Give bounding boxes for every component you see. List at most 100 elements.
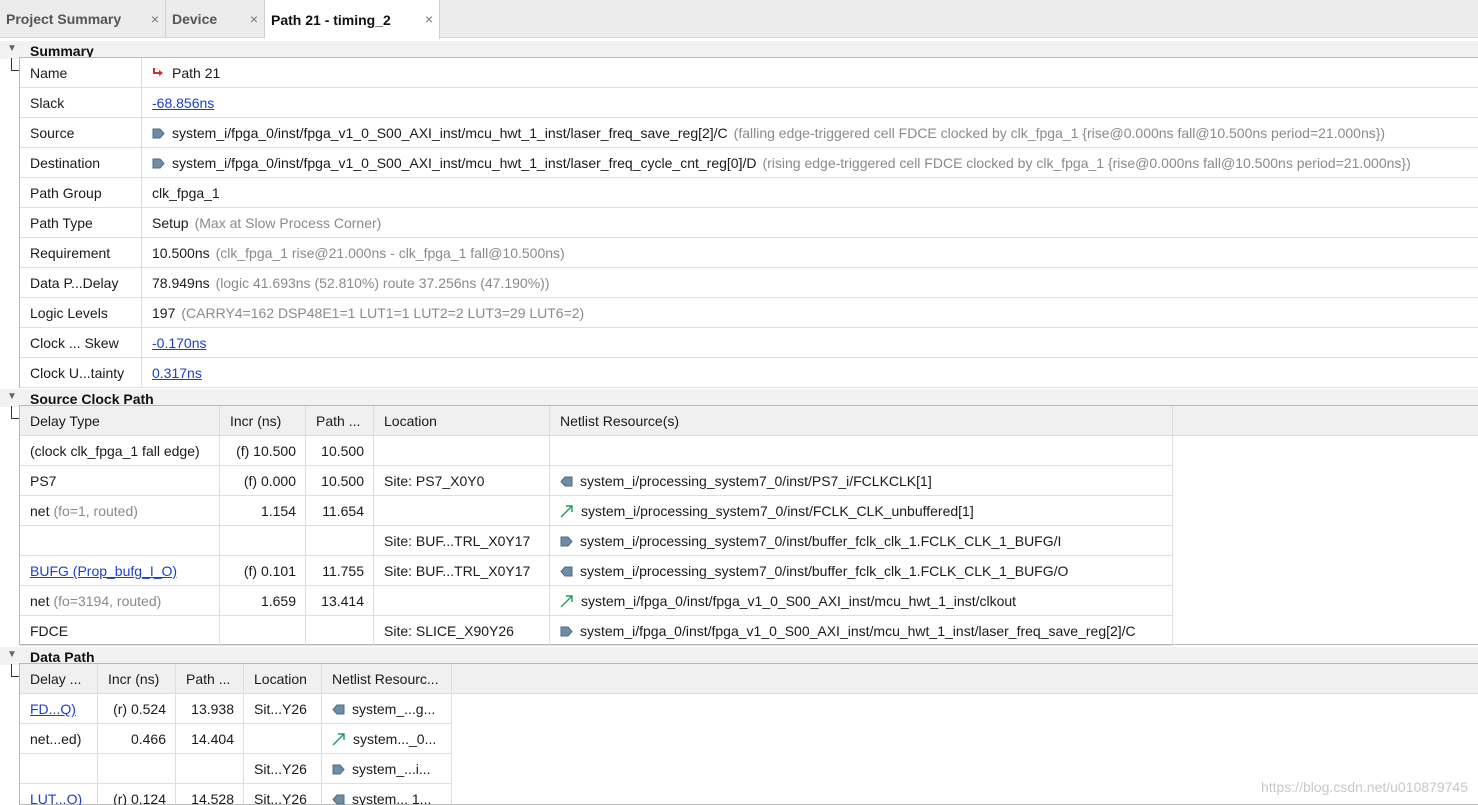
summary-note: (CARRY4=162 DSP48E1=1 LUT1=1 LUT2=2 LUT3…: [181, 305, 585, 321]
column-header[interactable]: Netlist Resource(s): [550, 406, 1173, 436]
netlist-resource-value: system_...g...: [352, 701, 436, 717]
incr-cell: (f) 0.000: [220, 466, 306, 496]
delay-type-link[interactable]: BUFG (Prop_bufg_I_O): [30, 563, 177, 579]
net-icon: [560, 504, 581, 518]
summary-value: system_i/fpga_0/inst/fpga_v1_0_S00_AXI_i…: [142, 118, 1478, 148]
netlist-resource-cell: system... 1...: [322, 784, 452, 805]
summary-label: Requirement: [20, 238, 142, 268]
table-row[interactable]: net (fo=1, routed) 1.154 11.654 system_i/pro…: [20, 496, 1173, 526]
delay-type-cell: [20, 526, 220, 556]
tree-connector: [11, 664, 19, 677]
table-row[interactable]: Sit...Y26 system_...i...: [20, 754, 452, 784]
delay-type-link[interactable]: LUT...O): [30, 791, 82, 805]
column-header[interactable]: Path ...: [306, 406, 374, 436]
column-header[interactable]: Netlist Resourc...: [322, 664, 452, 694]
close-icon[interactable]: ×: [425, 11, 433, 27]
table-row[interactable]: (clock clk_fpga_1 fall edge) (f) 10.500 10…: [20, 436, 1173, 466]
summary-row: Clock U...tainty 0.317ns: [20, 358, 1478, 388]
delay-type-cell: FD...Q): [20, 694, 98, 724]
delay-type-text: (clock clk_fpga_1 fall edge): [30, 443, 200, 459]
table-row[interactable]: FDCE Site: SLICE_X90Y26 system_i/fpga_0/in…: [20, 616, 1173, 646]
column-header[interactable]: Incr (ns): [98, 664, 176, 694]
column-header[interactable]: Incr (ns): [220, 406, 306, 436]
path-cell: [306, 616, 374, 646]
table-row[interactable]: BUFG (Prop_bufg_I_O) (f) 0.101 11.755 Site:…: [20, 556, 1173, 586]
pin-in-icon: [560, 536, 580, 547]
summary-value: 78.949ns (logic 41.693ns (52.810%) route …: [142, 268, 1478, 298]
close-icon[interactable]: ×: [250, 11, 258, 27]
table-header-row: Delay ... Incr (ns) Path ... Location Netlis…: [20, 664, 1478, 694]
column-header-label: Delay Type: [30, 413, 100, 429]
summary-value: Setup (Max at Slow Process Corner): [142, 208, 1478, 238]
summary-value-text: clk_fpga_1: [152, 185, 220, 201]
column-header[interactable]: Location: [374, 406, 550, 436]
summary-value-text: 197: [152, 305, 176, 321]
collapse-caret-icon[interactable]: ▼: [7, 391, 17, 402]
location-value: Site: BUF...TRL_X0Y17: [384, 533, 531, 549]
summary-label-text: Name: [30, 65, 68, 81]
summary-row: Logic Levels 197 (CARRY4=162 DSP48E1=1 LU…: [20, 298, 1478, 328]
table-row[interactable]: PS7 (f) 0.000 10.500 Site: PS7_X0Y0 system_i…: [20, 466, 1173, 496]
pin-out-icon: [332, 704, 352, 715]
netlist-resource-value: system_i/processing_system7_0/inst/buffe…: [580, 533, 1062, 549]
summary-label: Path Type: [20, 208, 142, 238]
summary-value[interactable]: 0.317ns: [142, 358, 1478, 388]
summary-value: Path 21: [142, 58, 1478, 88]
table-row[interactable]: LUT...O) (r) 0.124 14.528 Sit...Y26 system..…: [20, 784, 452, 805]
incr-value: (r) 0.124: [113, 791, 166, 805]
column-header-label: Netlist Resource(s): [560, 413, 680, 429]
tab-label: Device: [172, 11, 218, 27]
summary-value-text: Path 21: [172, 65, 221, 81]
netlist-resource-value: system..._0...: [353, 731, 437, 747]
collapse-caret-icon[interactable]: ▼: [7, 43, 17, 54]
delay-type-text: net...ed): [30, 731, 82, 747]
delay-type-cell: net...ed): [20, 724, 98, 754]
collapse-caret-icon[interactable]: ▼: [7, 649, 17, 660]
summary-value[interactable]: -0.170ns: [142, 328, 1478, 358]
table-row[interactable]: Site: BUF...TRL_X0Y17 system_i/processing…: [20, 526, 1173, 556]
delay-type-link[interactable]: FD...Q): [30, 701, 76, 717]
summary-note: (rising edge-triggered cell FDCE clocked…: [762, 155, 1411, 171]
path-cell: 13.414: [306, 586, 374, 616]
incr-cell: [98, 754, 176, 784]
table-row[interactable]: net...ed) 0.466 14.404 system..._0...: [20, 724, 452, 754]
column-header-label: Location: [254, 671, 307, 687]
column-header[interactable]: Path ...: [176, 664, 244, 694]
location-cell: Site: SLICE_X90Y26: [374, 616, 550, 646]
summary-label-text: Data P...Delay: [30, 275, 119, 291]
summary-value-link[interactable]: 0.317ns: [152, 365, 202, 381]
table-row[interactable]: net (fo=3194, routed) 1.659 13.414 system_i/…: [20, 586, 1173, 616]
summary-value: clk_fpga_1: [142, 178, 1478, 208]
location-cell: [374, 586, 550, 616]
tab-project-summary[interactable]: Project Summary ×: [0, 0, 166, 38]
column-header-label: Netlist Resourc...: [332, 671, 439, 687]
close-icon[interactable]: ×: [151, 11, 159, 27]
summary-value[interactable]: -68.856ns: [142, 88, 1478, 118]
netlist-resource-value: system_i/fpga_0/inst/fpga_v1_0_S00_AXI_i…: [581, 593, 1017, 609]
column-header[interactable]: Delay Type: [20, 406, 220, 436]
incr-value: (f) 10.500: [236, 443, 296, 459]
summary-value-text: 10.500ns: [152, 245, 210, 261]
location-value: Site: BUF...TRL_X0Y17: [384, 563, 531, 579]
summary-value-link[interactable]: -68.856ns: [152, 95, 214, 111]
summary-label-text: Clock ... Skew: [30, 335, 119, 351]
location-value: Sit...Y26: [254, 791, 307, 805]
summary-label-text: Clock U...tainty: [30, 365, 125, 381]
incr-cell: (f) 10.500: [220, 436, 306, 466]
location-cell: Site: PS7_X0Y0: [374, 466, 550, 496]
delay-type-cell: FDCE: [20, 616, 220, 646]
summary-value-link[interactable]: -0.170ns: [152, 335, 206, 351]
summary-row: Data P...Delay 78.949ns (logic 41.693ns (5…: [20, 268, 1478, 298]
tab-path-21[interactable]: Path 21 - timing_2 ×: [265, 0, 440, 39]
column-header[interactable]: Location: [244, 664, 322, 694]
netlist-resource-cell: system_i/processing_system7_0/inst/buffe…: [550, 556, 1173, 586]
table-row[interactable]: FD...Q) (r) 0.524 13.938 Sit...Y26 system_..…: [20, 694, 452, 724]
summary-value: system_i/fpga_0/inst/fpga_v1_0_S00_AXI_i…: [142, 148, 1478, 178]
netlist-resource-cell: system_i/fpga_0/inst/fpga_v1_0_S00_AXI_i…: [550, 586, 1173, 616]
summary-note: (Max at Slow Process Corner): [194, 215, 382, 231]
summary-value: 10.500ns (clk_fpga_1 rise@21.000ns - clk_…: [142, 238, 1478, 268]
tab-device[interactable]: Device ×: [166, 0, 265, 38]
netlist-resource-value: system_...i...: [352, 761, 431, 777]
column-header[interactable]: Delay ...: [20, 664, 98, 694]
path-value: 11.654: [322, 503, 364, 519]
